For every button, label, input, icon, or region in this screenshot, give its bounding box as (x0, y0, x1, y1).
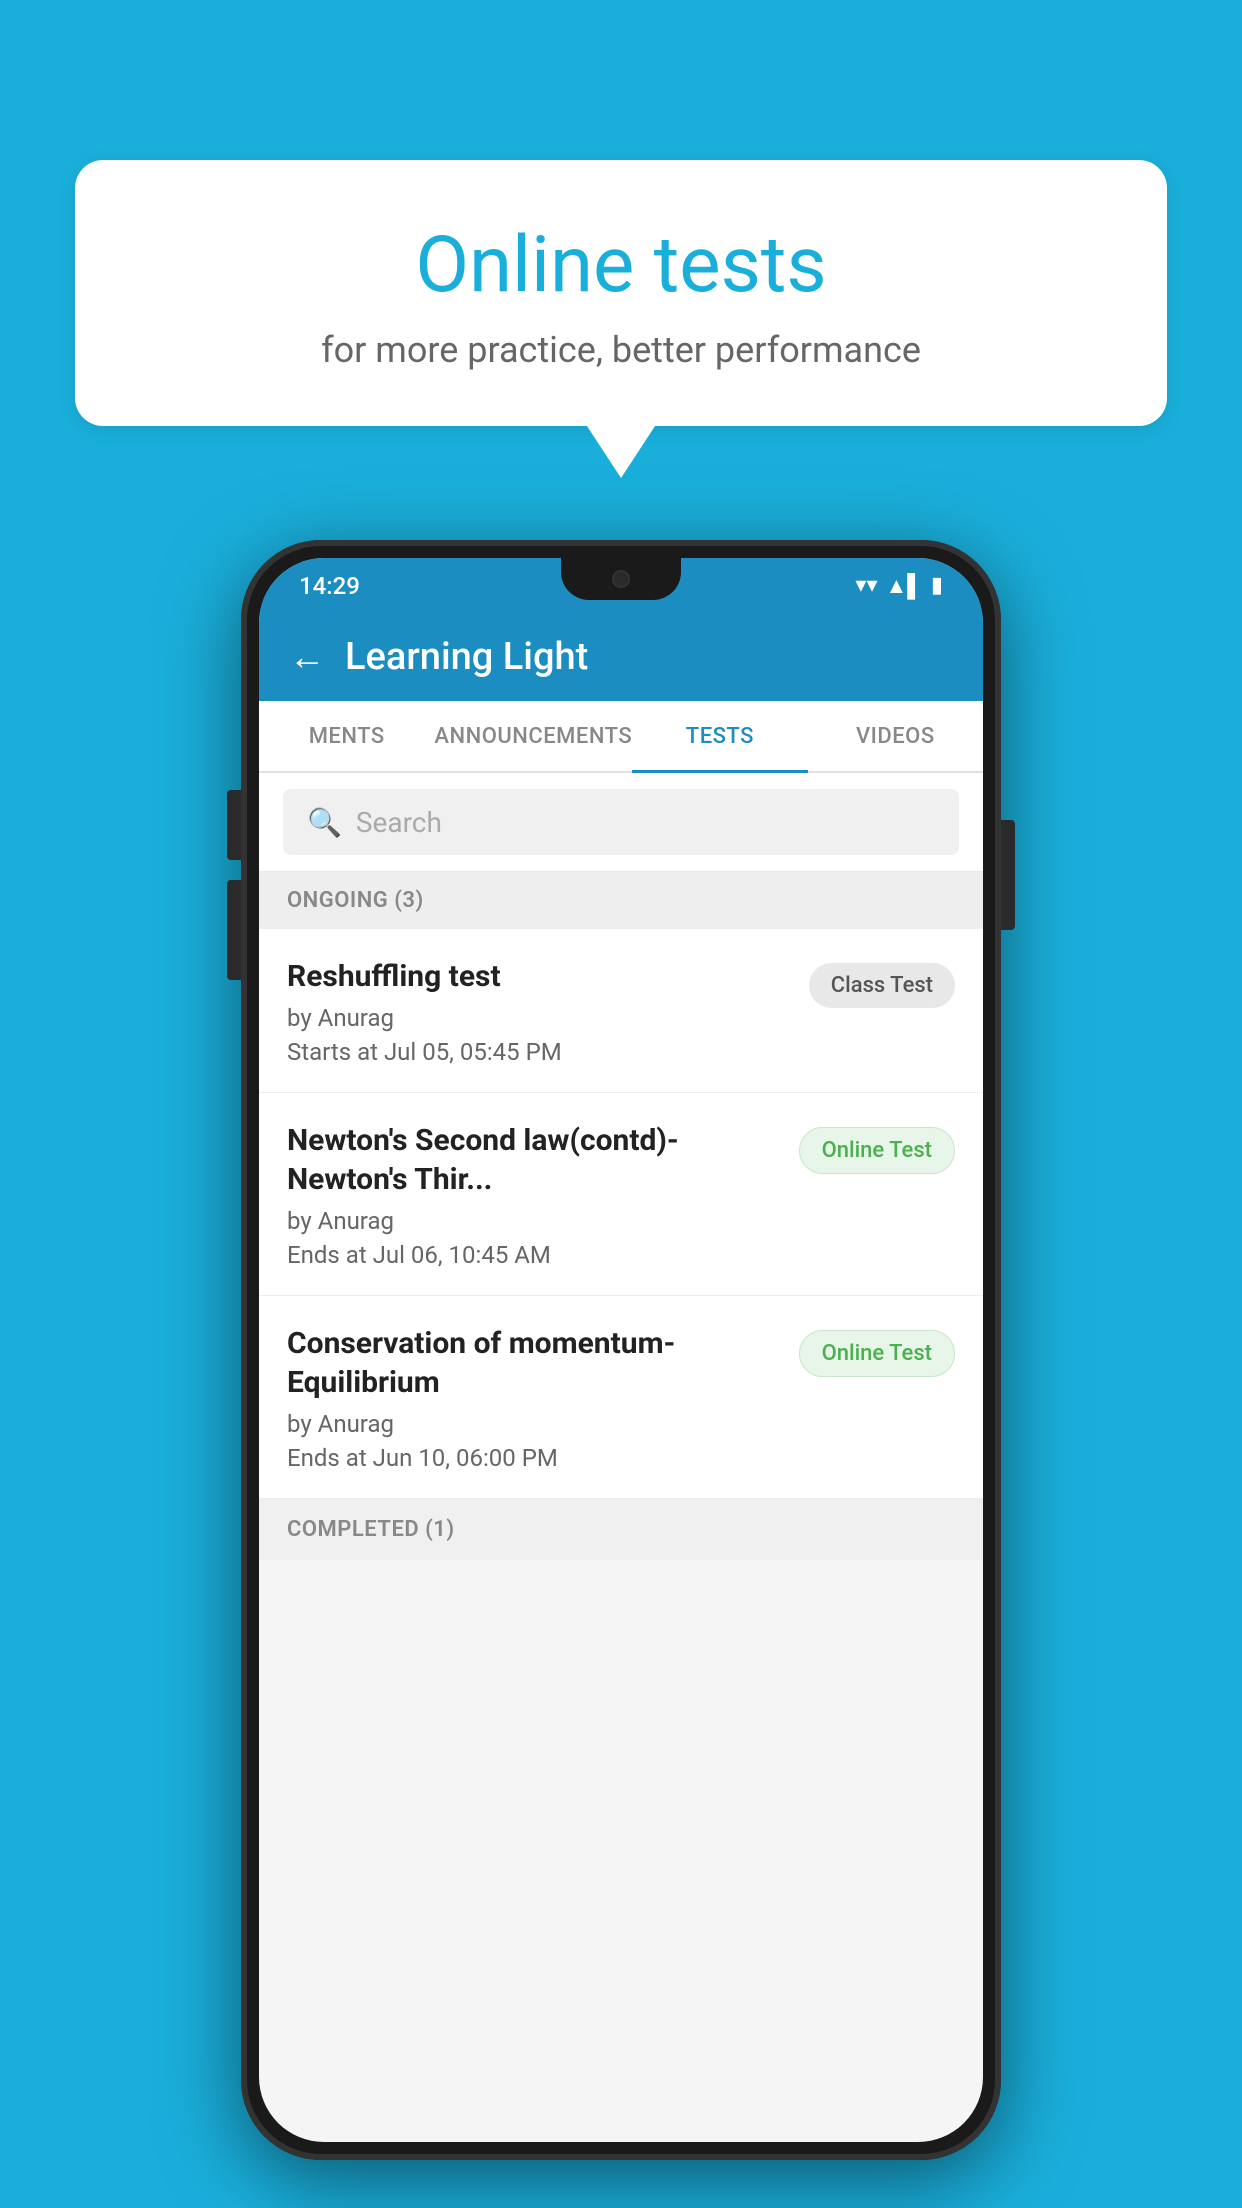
test-time-3: Ends at Jun 10, 06:00 PM (287, 1444, 783, 1472)
test-item-1[interactable]: Reshuffling test by Anurag Starts at Jul… (259, 929, 983, 1093)
tab-ments[interactable]: MENTS (259, 701, 434, 771)
phone-outer: 14:29 ▾▾ ▲▌ ▮ ← Learning Light MENTS ANN… (241, 540, 1001, 2160)
tabs-container: MENTS ANNOUNCEMENTS TESTS VIDEOS (259, 701, 983, 773)
search-bar[interactable]: 🔍 Search (283, 789, 959, 855)
back-button[interactable]: ← (289, 636, 325, 678)
speech-bubble: Online tests for more practice, better p… (75, 160, 1167, 426)
battery-icon: ▮ (931, 573, 943, 598)
search-placeholder: Search (356, 806, 442, 839)
camera-notch (612, 570, 630, 588)
test-content-2: Newton's Second law(contd)-Newton's Thir… (287, 1121, 783, 1269)
test-badge-2: Online Test (799, 1127, 955, 1174)
test-author-3: by Anurag (287, 1410, 783, 1438)
ongoing-section-header: ONGOING (3) (259, 872, 983, 929)
test-content-3: Conservation of momentum-Equilibrium by … (287, 1324, 783, 1472)
tab-announcements[interactable]: ANNOUNCEMENTS (434, 701, 632, 771)
search-container: 🔍 Search (259, 773, 983, 872)
test-time-2: Ends at Jul 06, 10:45 AM (287, 1241, 783, 1269)
status-icons: ▾▾ ▲▌ ▮ (855, 573, 943, 599)
phone-mockup: 14:29 ▾▾ ▲▌ ▮ ← Learning Light MENTS ANN… (241, 540, 1001, 2160)
test-list: Reshuffling test by Anurag Starts at Jul… (259, 929, 983, 1499)
test-item-2[interactable]: Newton's Second law(contd)-Newton's Thir… (259, 1093, 983, 1296)
phone-screen: 14:29 ▾▾ ▲▌ ▮ ← Learning Light MENTS ANN… (259, 558, 983, 2142)
power-button (1001, 820, 1015, 930)
phone-notch (561, 558, 681, 600)
app-header: ← Learning Light (259, 613, 983, 701)
tab-videos[interactable]: VIDEOS (808, 701, 983, 771)
test-name-1: Reshuffling test (287, 957, 793, 996)
signal-icon: ▲▌ (886, 573, 923, 599)
speech-bubble-subtitle: for more practice, better performance (125, 329, 1117, 371)
test-time-1: Starts at Jul 05, 05:45 PM (287, 1038, 793, 1066)
app-title: Learning Light (345, 635, 588, 679)
tab-tests[interactable]: TESTS (632, 701, 807, 771)
test-author-1: by Anurag (287, 1004, 793, 1032)
test-item-3[interactable]: Conservation of momentum-Equilibrium by … (259, 1296, 983, 1499)
test-badge-1: Class Test (809, 963, 955, 1008)
test-name-3: Conservation of momentum-Equilibrium (287, 1324, 783, 1402)
search-icon: 🔍 (307, 806, 342, 839)
vol-down-button (227, 880, 241, 980)
vol-up-button (227, 790, 241, 860)
test-author-2: by Anurag (287, 1207, 783, 1235)
speech-bubble-title: Online tests (125, 220, 1117, 311)
test-badge-3: Online Test (799, 1330, 955, 1377)
test-name-2: Newton's Second law(contd)-Newton's Thir… (287, 1121, 783, 1199)
status-time: 14:29 (299, 572, 360, 600)
completed-section-header: COMPLETED (1) (259, 1499, 983, 1560)
test-content-1: Reshuffling test by Anurag Starts at Jul… (287, 957, 793, 1066)
wifi-icon: ▾▾ (855, 573, 877, 598)
